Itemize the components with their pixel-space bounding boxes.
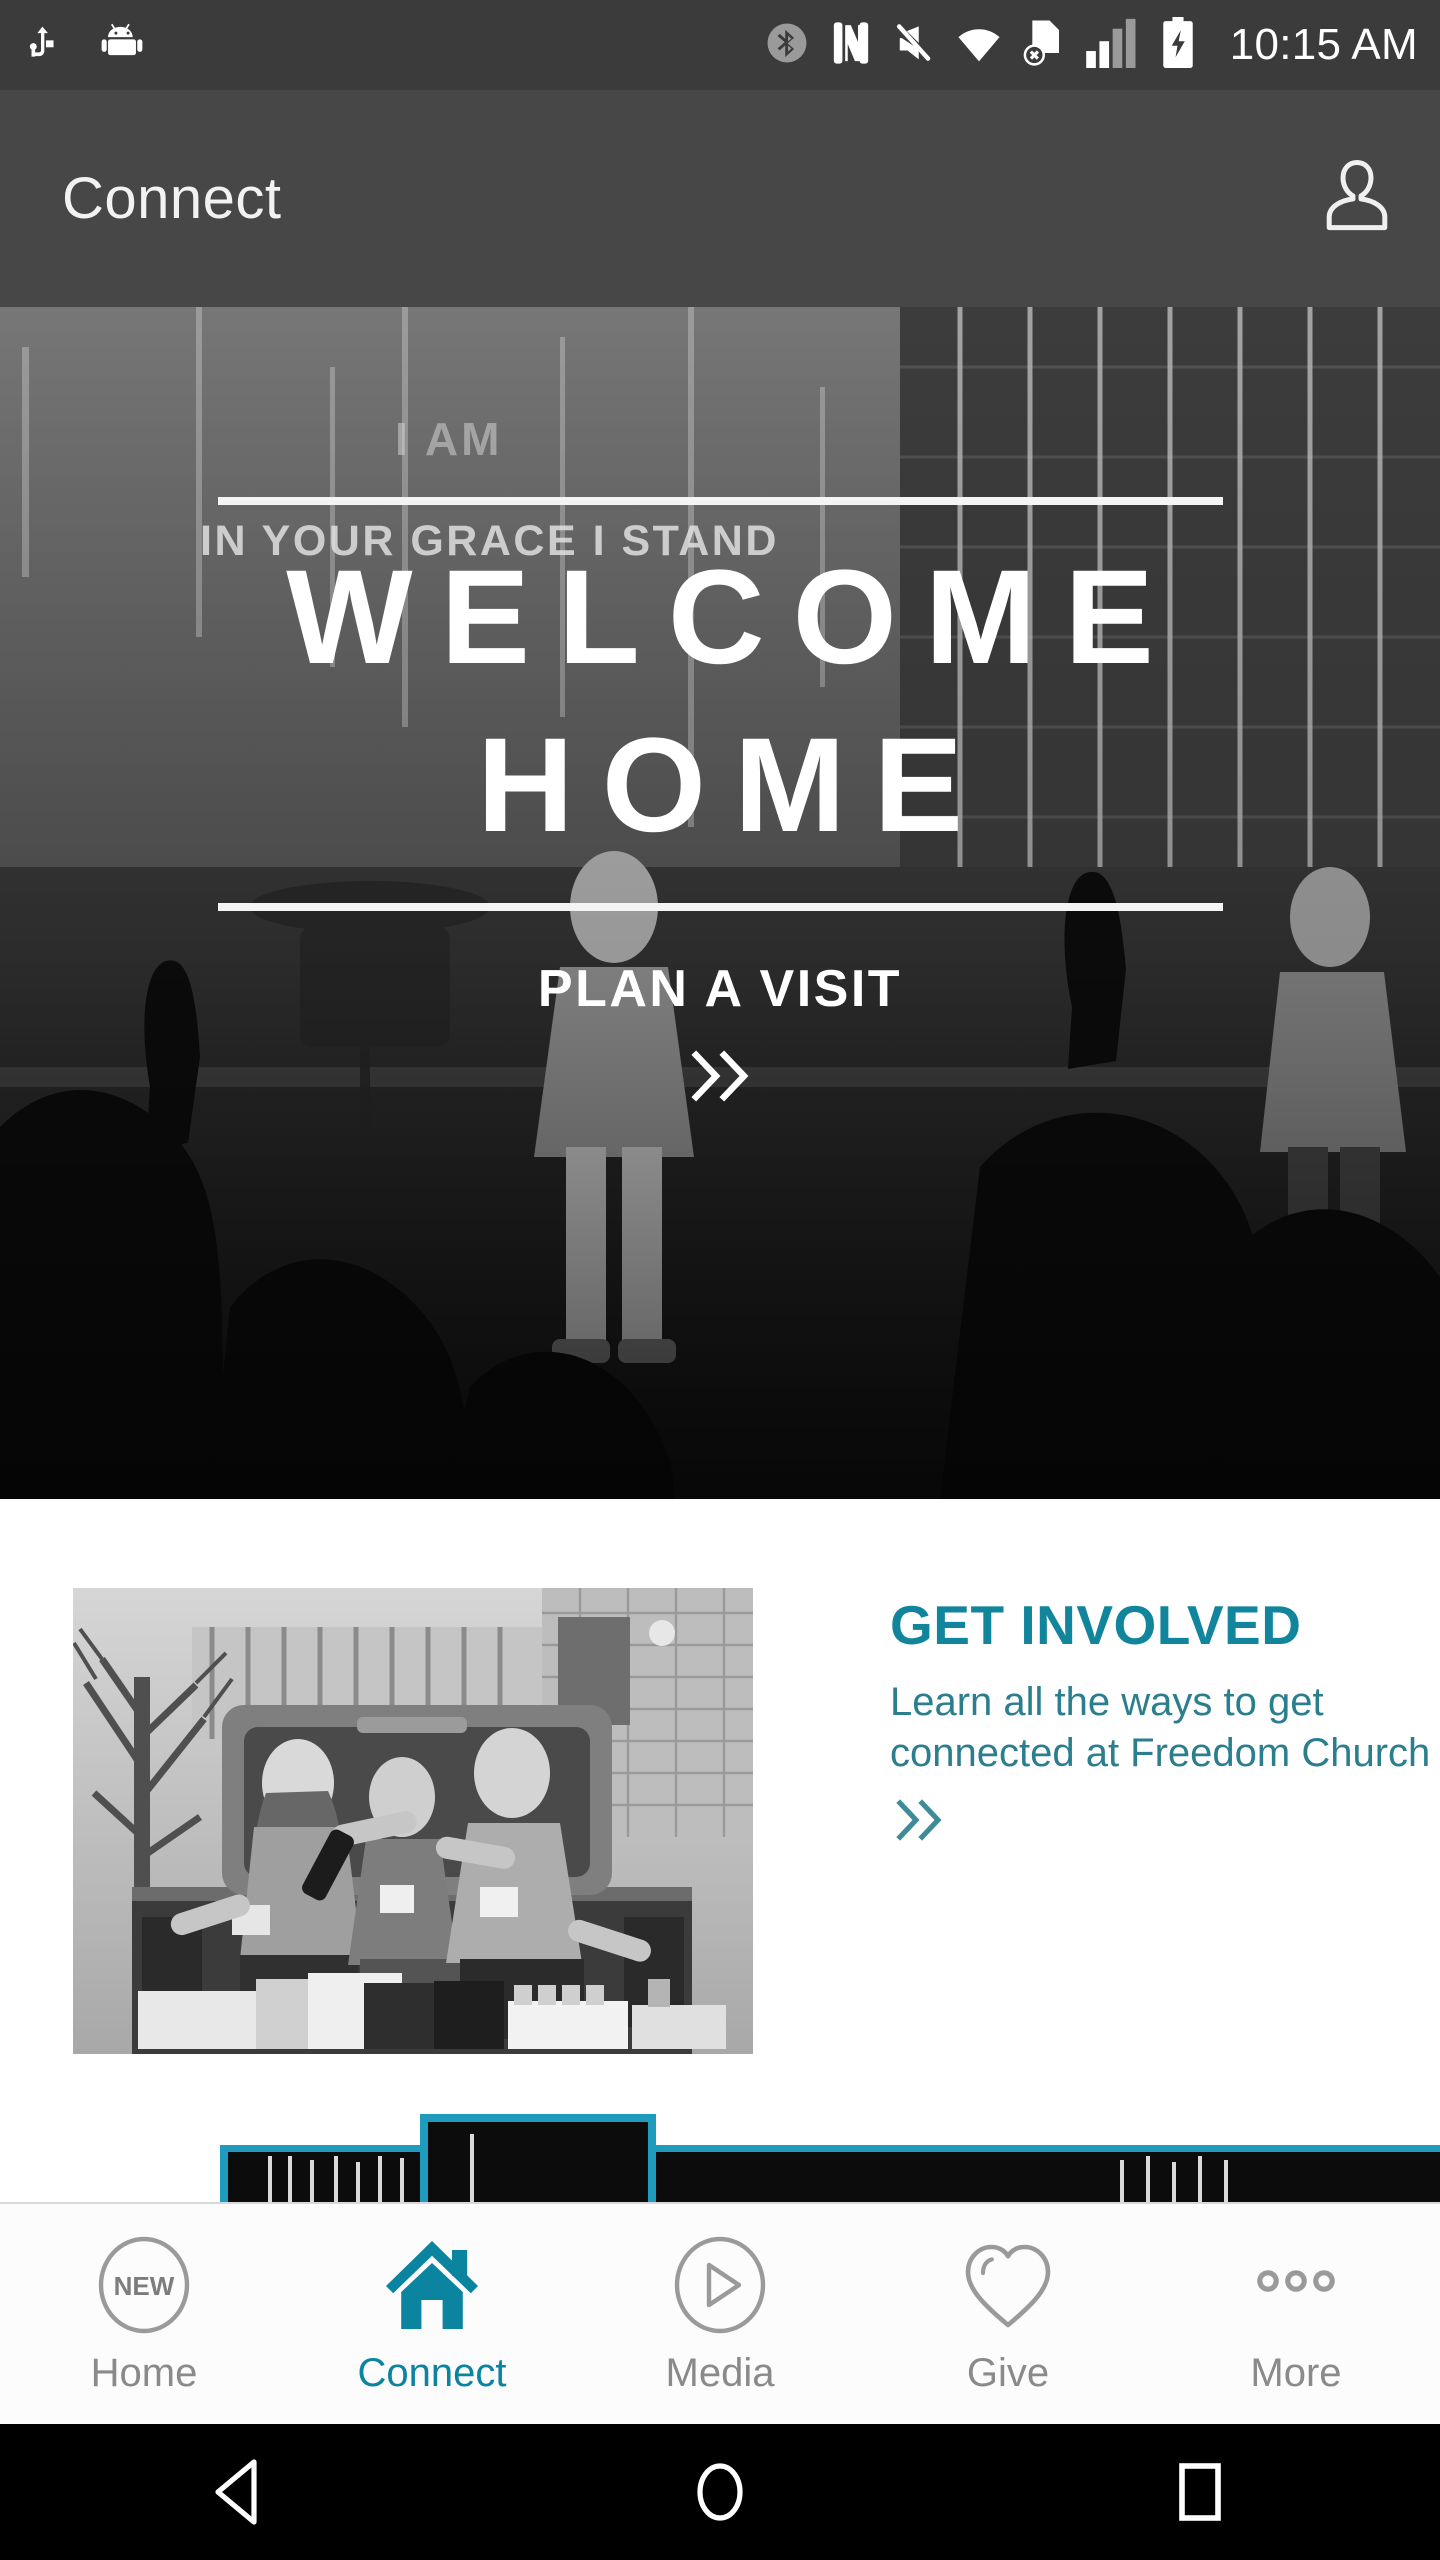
page-title: Connect (62, 166, 282, 231)
tab-home-label: Home (90, 2350, 198, 2395)
next-card-image (0, 2112, 1440, 2202)
recents-square-icon[interactable] (1100, 2424, 1300, 2560)
hero-rule-bottom (217, 903, 1223, 911)
bluetooth-icon (764, 20, 810, 71)
no-sim-icon (1022, 18, 1066, 73)
tab-media[interactable]: Media (576, 2204, 864, 2424)
tab-give[interactable]: Give (864, 2204, 1152, 2424)
phone-screen: 10:15 AM Connect IN YOUR GRACE I STAND I… (0, 0, 1440, 2560)
wifi-icon (956, 20, 1002, 71)
hero-cta-label[interactable]: PLAN A VISIT (538, 959, 902, 1019)
back-triangle-icon[interactable] (140, 2424, 340, 2560)
bottom-tab-bar: NEW Home Connect Media Give More (0, 2202, 1440, 2424)
tab-media-label: Media (665, 2350, 775, 2395)
get-involved-text: GET INVOLVED Learn all the ways to get c… (754, 1587, 1440, 1850)
android-nav-bar (0, 2424, 1440, 2560)
hero-headline-line2: HOME (477, 711, 991, 860)
hero-rule-top (217, 497, 1223, 505)
mute-icon (892, 19, 936, 72)
tab-more-label: More (1250, 2350, 1342, 2395)
home-circle-icon[interactable] (620, 2424, 820, 2560)
android-debug-icon (100, 20, 144, 71)
tab-connect-label: Connect (357, 2350, 507, 2395)
signal-bars-icon (1085, 18, 1140, 73)
double-chevron-right-icon[interactable] (682, 1045, 758, 1112)
app-bar-actions (1314, 150, 1400, 247)
status-bar-right-icons: 10:15 AM (764, 16, 1418, 74)
get-involved-card[interactable]: GET INVOLVED Learn all the ways to get c… (0, 1499, 1440, 2055)
hero-rule-bottom-wrap (217, 901, 1223, 911)
home-house-icon (382, 2233, 482, 2337)
content-area: GET INVOLVED Learn all the ways to get c… (0, 1499, 1440, 2202)
new-badge-text: NEW (114, 2271, 175, 2301)
new-badge-circle-icon: NEW (95, 2233, 193, 2337)
get-involved-subtitle: Learn all the ways to get connected at F… (890, 1679, 1431, 1775)
tab-connect[interactable]: Connect (288, 2204, 576, 2424)
get-involved-title: GET INVOLVED (890, 1594, 1302, 1656)
hero-overlay: WELCOME HOME PLAN A VISIT (0, 307, 1440, 1499)
volunteers-truck-photo (72, 1587, 754, 2055)
next-card-preview[interactable] (0, 2112, 1440, 2202)
tab-home[interactable]: NEW Home (0, 2204, 288, 2424)
double-chevron-right-icon[interactable] (890, 1795, 1440, 1850)
battery-charging-icon (1160, 16, 1196, 74)
hero-headline-line1: WELCOME (286, 543, 1182, 692)
tab-more[interactable]: More (1152, 2204, 1440, 2424)
status-bar-left-icons (24, 20, 144, 71)
play-circle-icon (671, 2233, 769, 2337)
usb-icon (24, 20, 64, 71)
get-involved-photo (72, 1587, 754, 2055)
three-dots-icon (1246, 2233, 1346, 2337)
heart-outline-icon (958, 2233, 1058, 2337)
status-bar: 10:15 AM (0, 0, 1440, 90)
person-icon[interactable] (1314, 150, 1400, 247)
tab-give-label: Give (966, 2350, 1050, 2395)
app-bar: Connect (0, 90, 1440, 307)
status-bar-clock: 10:15 AM (1229, 20, 1418, 69)
hero-banner[interactable]: IN YOUR GRACE I STAND I AM WELCOME HOME … (0, 307, 1440, 1499)
nfc-icon (830, 19, 872, 72)
